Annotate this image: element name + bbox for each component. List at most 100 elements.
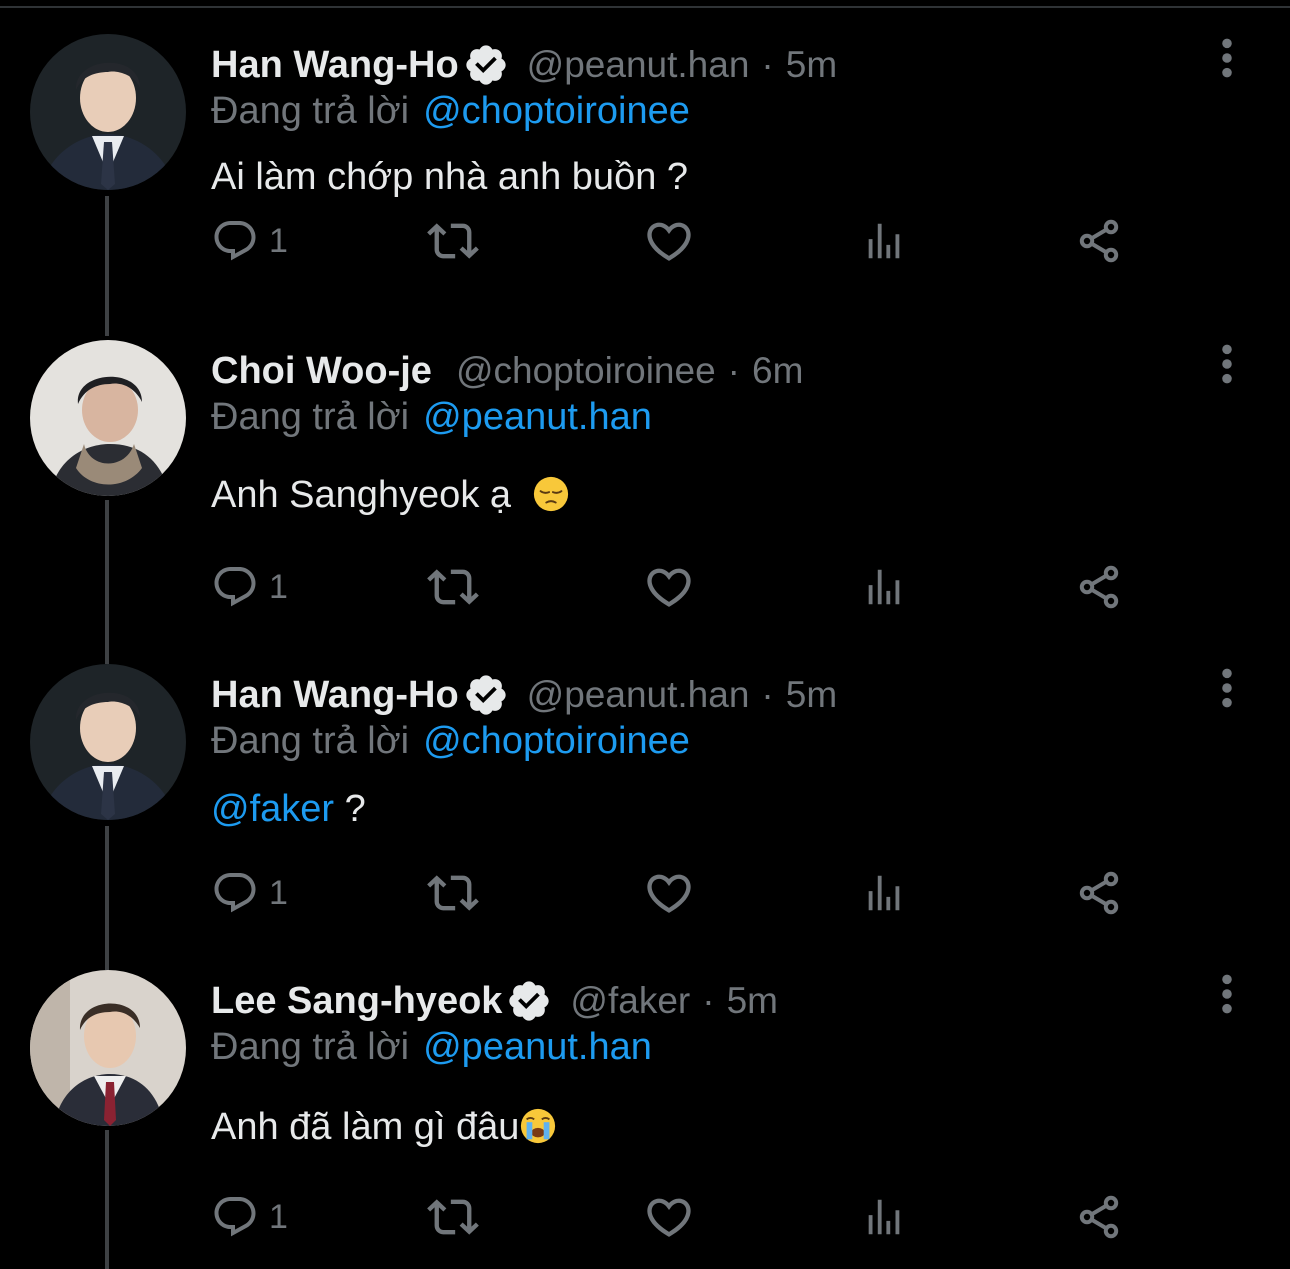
views-button[interactable] xyxy=(861,868,907,918)
thread-connector xyxy=(105,826,109,970)
tweet-text-content: Ai làm chớp nhà anh buồn ? xyxy=(211,156,689,198)
replying-to-mention[interactable]: @peanut.han xyxy=(423,1026,652,1068)
tweet-actions: 1 xyxy=(211,216,1141,266)
replying-to-label: Đang trả lời xyxy=(211,720,410,762)
retweet-icon xyxy=(427,215,479,267)
share-button[interactable] xyxy=(1075,868,1123,918)
tweet-mention[interactable]: @faker xyxy=(211,788,334,830)
views-button[interactable] xyxy=(861,562,907,612)
top-divider xyxy=(0,6,1290,8)
timestamp[interactable]: 5m xyxy=(786,674,837,716)
separator-dot: · xyxy=(761,674,774,715)
tweet-text-content: Anh Sanghyeok ạ xyxy=(211,474,512,516)
reply-count: 1 xyxy=(269,1197,288,1236)
share-icon xyxy=(1075,1193,1123,1241)
tweet-text: @faker ? xyxy=(211,788,366,831)
replying-to-label: Đang trả lời xyxy=(211,90,410,132)
replying-to-mention[interactable]: @choptoiroinee xyxy=(423,90,690,132)
retweet-button[interactable] xyxy=(427,216,479,266)
views-icon xyxy=(861,564,907,610)
views-icon xyxy=(861,218,907,264)
verified-badge-icon xyxy=(463,42,509,88)
display-name[interactable]: Choi Woo-je xyxy=(211,350,432,393)
avatar[interactable] xyxy=(30,340,186,496)
reply-button[interactable]: 1 xyxy=(211,562,288,612)
views-button[interactable] xyxy=(861,1192,907,1242)
user-handle[interactable]: @peanut.han xyxy=(527,674,750,716)
retweet-button[interactable] xyxy=(427,562,479,612)
reply-button[interactable]: 1 xyxy=(211,868,288,918)
more-icon[interactable] xyxy=(1213,36,1241,80)
views-icon xyxy=(861,870,907,916)
timestamp[interactable]: 5m xyxy=(727,980,778,1022)
like-button[interactable] xyxy=(643,1192,695,1242)
tweet-actions: 1 xyxy=(211,868,1141,918)
tweet-header: Han Wang-Ho @peanut.han · 5m xyxy=(211,670,837,720)
tweet-actions: 1 xyxy=(211,1192,1141,1242)
pensive-face-emoji xyxy=(532,475,570,513)
replying-to: Đang trả lời @peanut.han xyxy=(211,396,652,439)
more-icon[interactable] xyxy=(1213,972,1241,1016)
share-icon xyxy=(1075,217,1123,265)
replying-to-mention[interactable]: @choptoiroinee xyxy=(423,720,690,762)
share-button[interactable] xyxy=(1075,216,1123,266)
like-icon xyxy=(643,1191,695,1243)
like-button[interactable] xyxy=(643,868,695,918)
tweet-actions: 1 xyxy=(211,562,1141,612)
like-icon xyxy=(643,215,695,267)
share-icon xyxy=(1075,869,1123,917)
tweet-header: Lee Sang-hyeok @faker · 5m xyxy=(211,976,778,1026)
separator-dot: · xyxy=(761,44,774,85)
timestamp[interactable]: 5m xyxy=(786,44,837,86)
retweet-button[interactable] xyxy=(427,1192,479,1242)
reply-count: 1 xyxy=(269,221,288,260)
tweet-header: Choi Woo-je @choptoiroinee · 6m xyxy=(211,346,803,396)
like-button[interactable] xyxy=(643,216,695,266)
tweet-text: Anh đã làm gì đâu xyxy=(211,1106,557,1149)
replying-to-mention[interactable]: @peanut.han xyxy=(423,396,652,438)
avatar[interactable] xyxy=(30,970,186,1126)
thread-page: Han Wang-Ho @peanut.han · 5m Đang trả lờ… xyxy=(0,0,1290,1269)
verified-badge-icon xyxy=(506,978,552,1024)
user-handle[interactable]: @peanut.han xyxy=(527,44,750,86)
replying-to: Đang trả lời @choptoiroinee xyxy=(211,90,690,133)
reply-button[interactable]: 1 xyxy=(211,1192,288,1242)
separator-dot: · xyxy=(702,980,715,1021)
more-icon[interactable] xyxy=(1213,342,1241,386)
verified-badge-icon xyxy=(463,672,509,718)
reply-button[interactable]: 1 xyxy=(211,216,288,266)
display-name[interactable]: Lee Sang-hyeok xyxy=(211,980,502,1023)
user-handle[interactable]: @faker xyxy=(570,980,690,1022)
tweet-text: Ai làm chớp nhà anh buồn ? xyxy=(211,156,688,199)
separator-dot: · xyxy=(727,350,740,391)
thread-connector xyxy=(105,1130,109,1269)
avatar[interactable] xyxy=(30,34,186,190)
more-icon[interactable] xyxy=(1213,666,1241,710)
retweet-button[interactable] xyxy=(427,868,479,918)
timestamp[interactable]: 6m xyxy=(752,350,803,392)
replying-to: Đang trả lời @choptoiroinee xyxy=(211,720,690,763)
reply-icon xyxy=(211,869,259,917)
replying-to: Đang trả lời @peanut.han xyxy=(211,1026,652,1069)
reply-count: 1 xyxy=(269,873,288,912)
views-icon xyxy=(861,1194,907,1240)
retweet-icon xyxy=(427,561,479,613)
avatar[interactable] xyxy=(30,664,186,820)
replying-to-label: Đang trả lời xyxy=(211,1026,410,1068)
like-icon xyxy=(643,867,695,919)
views-button[interactable] xyxy=(861,216,907,266)
thread-connector xyxy=(105,500,109,664)
tweet-header: Han Wang-Ho @peanut.han · 5m xyxy=(211,40,837,90)
reply-icon xyxy=(211,563,259,611)
share-button[interactable] xyxy=(1075,1192,1123,1242)
tweet-text-content: Anh đã làm gì đâu xyxy=(211,1106,520,1148)
reply-icon xyxy=(211,217,259,265)
reply-icon xyxy=(211,1193,259,1241)
like-button[interactable] xyxy=(643,562,695,612)
user-handle[interactable]: @choptoiroinee xyxy=(456,350,716,392)
display-name[interactable]: Han Wang-Ho xyxy=(211,44,459,87)
replying-to-label: Đang trả lời xyxy=(211,396,410,438)
retweet-icon xyxy=(427,1191,479,1243)
display-name[interactable]: Han Wang-Ho xyxy=(211,674,459,717)
share-button[interactable] xyxy=(1075,562,1123,612)
